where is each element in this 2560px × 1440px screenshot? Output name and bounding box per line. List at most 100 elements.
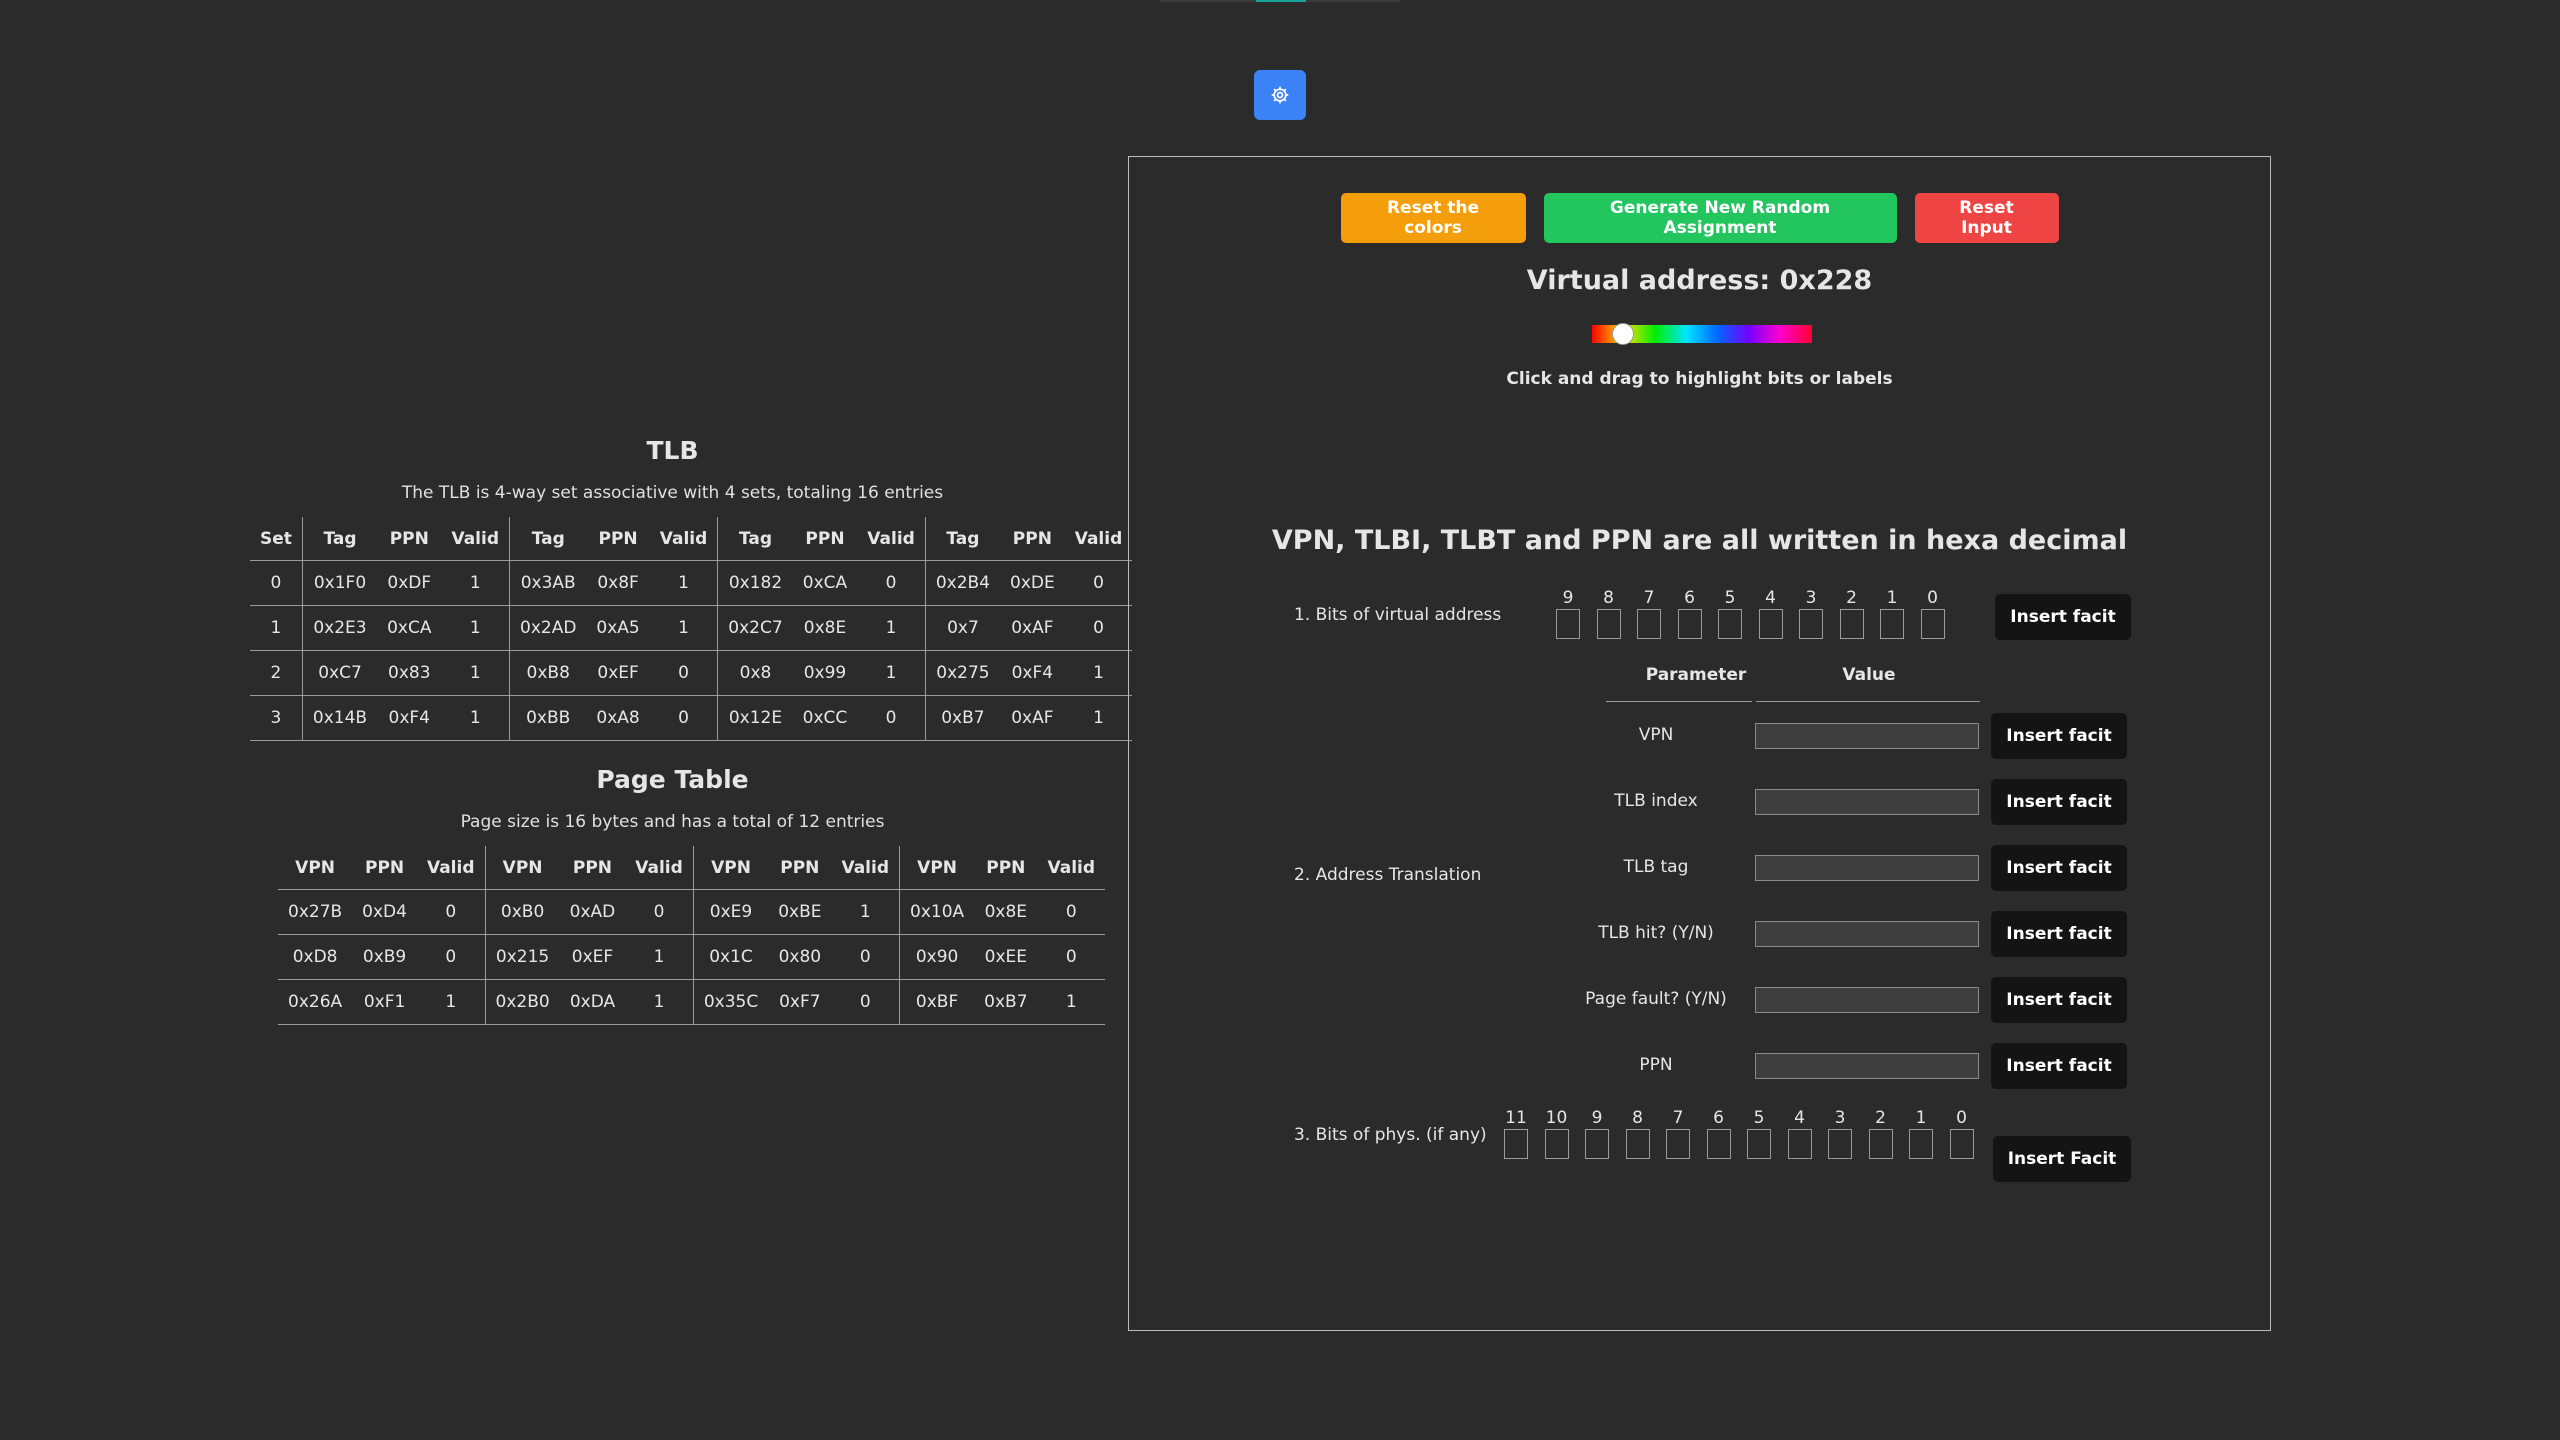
reset-colors-button[interactable]: Reset the colors: [1340, 193, 1526, 243]
bit-input[interactable]: [1556, 609, 1580, 639]
table-cell: 0x2C7: [717, 605, 793, 651]
table-cell: 0xAF: [1000, 605, 1065, 651]
column-header: PPN: [1000, 517, 1065, 561]
table-cell: 0x8F: [586, 560, 650, 606]
bit-number: 6: [1684, 588, 1695, 608]
bit-input[interactable]: [1504, 1129, 1528, 1159]
table-cell: 0x2AD: [509, 605, 587, 651]
bit-number: 9: [1562, 588, 1574, 608]
table-cell: 0: [857, 695, 926, 741]
table-cell: 0xA5: [586, 605, 650, 651]
parameter-value-input[interactable]: [1755, 723, 1979, 749]
bit-number: 3: [1834, 1108, 1846, 1128]
gear-icon: [1271, 86, 1289, 104]
bit-cell: 8: [1625, 1107, 1650, 1159]
reference-tables: TLB The TLB is 4-way set associative wit…: [250, 436, 1133, 1025]
bit-cell: 9: [1585, 1107, 1609, 1159]
table-cell: 0xCA: [377, 605, 442, 651]
bit-input[interactable]: [1625, 1129, 1650, 1159]
table-cell: 1: [250, 605, 303, 651]
insert-facit-button[interactable]: Insert facit: [1991, 911, 2127, 957]
table-cell: 0xBB: [509, 695, 587, 741]
table-cell: 1: [857, 650, 926, 696]
bit-input[interactable]: [1637, 609, 1661, 639]
bit-cell: 10: [1544, 1107, 1569, 1159]
bit-input[interactable]: [1787, 1129, 1812, 1159]
bit-input[interactable]: [1666, 1129, 1690, 1159]
table-cell: 0xC7: [301, 650, 378, 696]
insert-facit-button[interactable]: Insert facit: [1991, 779, 2127, 825]
bit-number: 7: [1672, 1108, 1684, 1128]
parameter-value-input[interactable]: [1755, 921, 1979, 947]
bit-cell: 0: [1949, 1107, 1974, 1159]
table-cell: 0x99: [792, 650, 858, 696]
bit-cell: 8: [1596, 587, 1621, 639]
bit-input[interactable]: [1868, 1129, 1893, 1159]
table-cell: 0xE9: [692, 889, 769, 935]
bit-input[interactable]: [1706, 1129, 1731, 1159]
insert-facit-virtual-bits-button[interactable]: Insert facit: [1995, 594, 2131, 640]
table-cell: 0: [416, 934, 485, 980]
generate-assignment-button[interactable]: Generate New Random Assignment: [1543, 193, 1897, 243]
bit-input[interactable]: [1839, 609, 1864, 639]
table-row: 0 0x1F0 0xDF 1 0x3AB 0x8F 1 0x182 0xCA 0 0x2B4 0xDE…: [250, 560, 1133, 606]
insert-facit-button[interactable]: Insert facit: [1991, 713, 2127, 759]
bit-input[interactable]: [1585, 1129, 1609, 1159]
insert-facit-button[interactable]: Insert facit: [1991, 845, 2127, 891]
reset-input-button[interactable]: Reset Input: [1914, 193, 2059, 243]
table-cell: 0: [831, 979, 900, 1025]
table-cell: 0xDE: [1000, 560, 1065, 606]
bit-input[interactable]: [1758, 609, 1783, 639]
bit-input[interactable]: [1596, 609, 1621, 639]
column-header: PPN: [352, 846, 417, 890]
page-table-title: Page Table: [596, 765, 749, 794]
bit-input[interactable]: [1799, 609, 1823, 639]
top-tab-strip: [1160, 0, 1400, 2]
table-cell: 0xF1: [352, 979, 417, 1025]
parameter-value-input[interactable]: [1755, 789, 1979, 815]
table-row: 0x26A 0xF1 1 0x2B0 0xDA 1 0x35C 0xF7 0 0xBF 0xB7 1: [278, 979, 1106, 1025]
bit-number: 8: [1632, 1108, 1643, 1128]
insert-facit-button[interactable]: Insert facit: [1991, 1043, 2127, 1089]
bit-input[interactable]: [1747, 1129, 1771, 1159]
table-cell: 0: [831, 934, 900, 980]
column-header: PPN: [792, 517, 858, 561]
table-cell: 0xD8: [278, 934, 353, 980]
color-slider-handle[interactable]: [1611, 323, 1634, 345]
bit-input[interactable]: [1909, 1129, 1933, 1159]
settings-button[interactable]: [1254, 70, 1306, 120]
parameter-label: TLB hit? (Y/N): [1598, 923, 1714, 943]
table-cell: 0xD4: [352, 889, 417, 935]
action-buttons: Reset the colors Generate New Random Ass…: [1129, 193, 2270, 243]
virtual-address-heading: Virtual address: 0x228: [1526, 265, 1873, 296]
parameter-value-input[interactable]: [1755, 1053, 1979, 1079]
bit-input[interactable]: [1677, 609, 1702, 639]
insert-facit-phys-bits-button[interactable]: Insert Facit: [1993, 1136, 2131, 1182]
table-cell: 0xBE: [768, 889, 832, 935]
bit-input[interactable]: [1718, 609, 1742, 639]
table-cell: 1: [441, 605, 510, 651]
highlight-color-slider[interactable]: [1592, 323, 1812, 345]
parameter-header: Parameter: [1645, 665, 1747, 685]
table-cell: 0x35C: [692, 979, 769, 1025]
bit-number: 11: [1505, 1108, 1527, 1128]
parameter-value-input[interactable]: [1755, 987, 1979, 1013]
table-cell: 0xAD: [559, 889, 626, 935]
bit-cell: 5: [1718, 587, 1742, 639]
parameter-label: TLB tag: [1623, 857, 1689, 877]
table-cell: 0x90: [899, 934, 975, 980]
bit-number: 0: [1956, 1108, 1967, 1128]
bit-input[interactable]: [1880, 609, 1904, 639]
bit-number: 4: [1794, 1108, 1805, 1128]
bit-input[interactable]: [1949, 1129, 1974, 1159]
bit-input[interactable]: [1544, 1129, 1569, 1159]
bit-input[interactable]: [1920, 609, 1945, 639]
table-cell: 0xA8: [586, 695, 650, 741]
column-header: Tag: [924, 517, 1000, 561]
bit-input[interactable]: [1828, 1129, 1852, 1159]
bit-cell: 6: [1706, 1107, 1731, 1159]
parameter-value-input[interactable]: [1755, 855, 1979, 881]
bit-cell: 1: [1880, 587, 1904, 639]
table-cell: 0xCC: [792, 695, 858, 741]
insert-facit-button[interactable]: Insert facit: [1991, 977, 2127, 1023]
